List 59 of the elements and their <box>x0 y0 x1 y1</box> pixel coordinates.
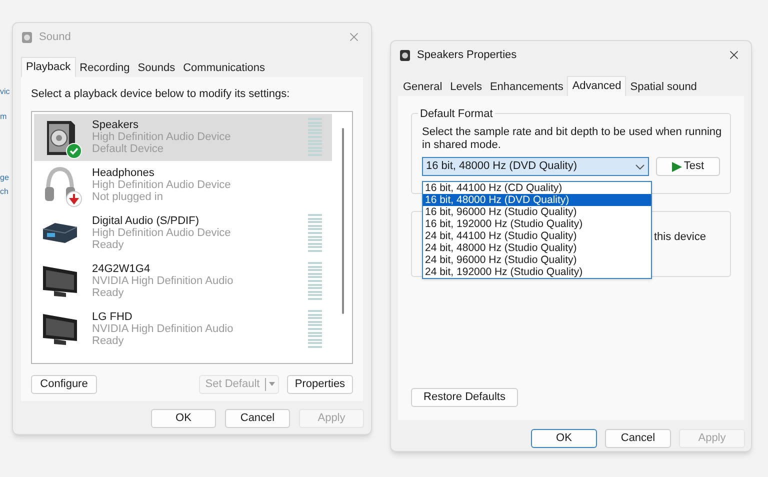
device-status: Not plugged in <box>92 191 164 203</box>
dropdown-option[interactable]: 24 bit, 44100 Hz (Studio Quality) <box>423 230 651 242</box>
device-item[interactable]: LG FHD NVIDIA High Definition Audio Ready <box>34 306 332 352</box>
device-name: Headphones <box>92 167 156 179</box>
close-icon <box>347 30 361 44</box>
device-name: LG FHD <box>92 311 134 323</box>
cancel-button[interactable]: Cancel <box>225 409 290 428</box>
dropdown-option[interactable]: 16 bit, 48000 Hz (DVD Quality) <box>423 194 651 206</box>
device-item[interactable]: Digital Audio (S/PDIF) High Definition Audio Device Ready <box>34 210 332 256</box>
ok-button[interactable]: OK <box>151 409 216 428</box>
dropdown-option[interactable]: 24 bit, 48000 Hz (Studio Quality) <box>423 242 651 254</box>
dropdown-option[interactable]: 24 bit, 192000 Hz (Studio Quality) <box>423 266 651 278</box>
device-status: Ready <box>92 287 125 299</box>
device-description: NVIDIA High Definition Audio <box>92 323 234 335</box>
device-status: Ready <box>92 239 125 251</box>
speaker-app-icon <box>21 30 33 44</box>
dropdown-option[interactable]: 16 bit, 192000 Hz (Studio Quality) <box>423 218 651 230</box>
device-name: Digital Audio (S/PDIF) <box>92 215 200 227</box>
device-description: High Definition Audio Device <box>92 179 232 191</box>
option-text: this device <box>654 230 706 245</box>
background-link-text: m <box>0 113 7 121</box>
restore-defaults-button[interactable]: Restore Defaults <box>411 388 518 407</box>
background-link-text: ge <box>0 174 9 182</box>
test-button[interactable]: Test <box>656 157 720 176</box>
properties-button[interactable]: Properties <box>287 374 353 394</box>
ok-button[interactable]: OK <box>531 429 597 448</box>
device-item[interactable]: 24G2W1G4 NVIDIA High Definition Audio Ready <box>34 258 332 304</box>
format-dropdown[interactable]: 16 bit, 48000 Hz (DVD Quality) <box>422 157 649 176</box>
device-item[interactable]: Speakers High Definition Audio Device Default Device <box>34 114 332 160</box>
configure-button[interactable]: Configure <box>31 374 97 394</box>
device-name: Speakers <box>92 119 140 131</box>
device-item[interactable]: Headphones High Definition Audio Device Not plugged in <box>34 162 332 208</box>
device-status: Default Device <box>92 143 165 155</box>
caret-icon <box>266 380 278 388</box>
background-link-text: ch <box>0 188 8 196</box>
monitor-icon <box>42 263 78 299</box>
format-description: Select the sample rate and bit depth to be used when running in shared mode. <box>422 126 722 152</box>
device-description: NVIDIA High Definition Audio <box>92 275 234 287</box>
tab[interactable]: Advanced <box>567 76 626 96</box>
window-title: Speakers Properties <box>417 48 517 63</box>
device-status: Ready <box>92 335 125 347</box>
speaker-app-icon <box>399 48 411 62</box>
background-link-text: vic <box>0 88 10 96</box>
play-icon <box>672 162 682 172</box>
chevron-down-icon <box>634 164 645 170</box>
dropdown-option[interactable]: 16 bit, 96000 Hz (Studio Quality) <box>423 206 651 218</box>
dropdown-option[interactable]: 24 bit, 96000 Hz (Studio Quality) <box>423 254 651 266</box>
tab[interactable]: Playback <box>21 57 76 77</box>
cancel-button[interactable]: Cancel <box>605 429 671 448</box>
window-title: Sound <box>39 30 71 45</box>
instruction-text: Select a playback device below to modify its settings: <box>31 87 291 102</box>
device-name: 24G2W1G4 <box>92 263 152 275</box>
dropdown-option[interactable]: 16 bit, 44100 Hz (CD Quality) <box>423 182 651 194</box>
scrollbar[interactable] <box>342 128 344 314</box>
monitor-icon <box>42 311 78 347</box>
device-description: High Definition Audio Device <box>92 227 232 239</box>
device-description: High Definition Audio Device <box>92 131 232 143</box>
close-icon <box>727 48 741 62</box>
audio-box-icon <box>41 221 79 245</box>
